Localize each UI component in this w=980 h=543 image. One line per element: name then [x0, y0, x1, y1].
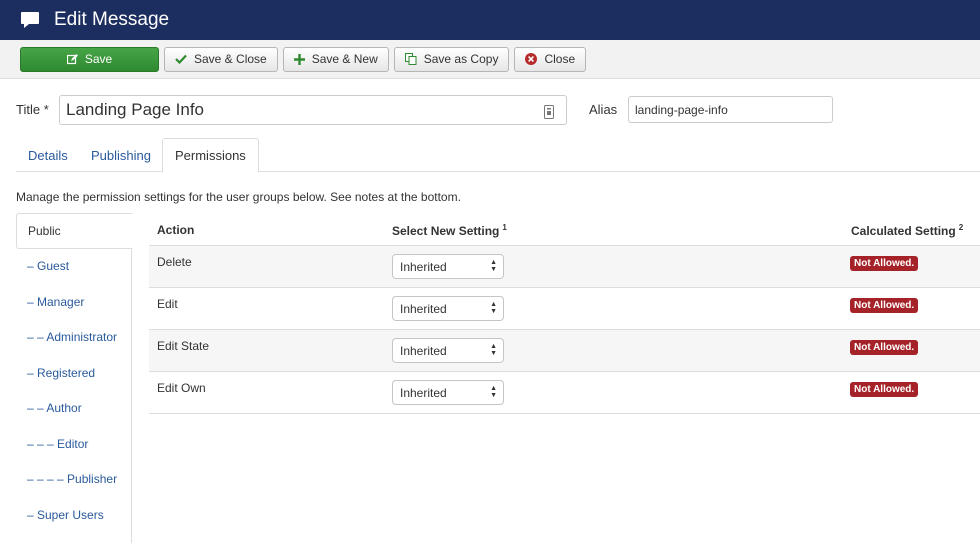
check-icon — [175, 54, 187, 64]
setting-value: Inherited — [400, 343, 447, 358]
table-row: Edit Inherited ▲ ▼ Not Allowed. — [149, 288, 980, 330]
page-title: Edit Message — [54, 9, 170, 30]
col-action: Action — [157, 223, 195, 237]
group-administrator[interactable]: – – Administrator — [16, 320, 131, 356]
tab-publishing[interactable]: Publishing — [79, 138, 163, 172]
action-name: Edit State — [157, 339, 210, 353]
save-button-label: Save — [84, 52, 113, 66]
setting-value: Inherited — [400, 301, 447, 316]
title-row: Title * Landing Page Info Alias landing-… — [16, 95, 980, 125]
status-badge: Not Allowed. — [850, 298, 919, 313]
tab-bar: Details Publishing Permissions — [16, 138, 980, 173]
table-row: Edit Own Inherited ▲ ▼ Not Allowed. — [149, 372, 980, 414]
col-select-setting: Select New Setting 1 — [392, 223, 507, 238]
close-button[interactable]: Close — [514, 46, 587, 72]
group-super-users[interactable]: – Super Users — [16, 497, 131, 533]
status-badge: Not Allowed. — [850, 256, 919, 271]
select-arrows-icon: ▲ ▼ — [490, 343, 497, 357]
plus-icon — [293, 53, 305, 65]
alias-label: Alias — [589, 102, 618, 117]
edit-icon — [66, 53, 78, 65]
alias-input[interactable]: landing-page-info — [628, 96, 833, 123]
setting-value: Inherited — [400, 259, 447, 274]
title-value: Landing Page Info — [66, 100, 205, 119]
status-badge: Not Allowed. — [850, 382, 919, 397]
message-icon — [20, 11, 40, 29]
group-editor[interactable]: – – – Editor — [16, 426, 131, 462]
group-guest[interactable]: – Guest — [16, 249, 131, 285]
save-new-button[interactable]: Save & New — [282, 46, 389, 72]
action-name: Edit Own — [157, 381, 206, 395]
group-public[interactable]: Public — [16, 213, 133, 249]
save-copy-label: Save as Copy — [423, 52, 499, 66]
tab-details[interactable]: Details — [16, 138, 80, 172]
save-close-label: Save & Close — [194, 52, 267, 66]
save-new-label: Save & New — [311, 52, 378, 66]
toolbar: Save Save & Close Save & New Save as Cop… — [0, 40, 980, 79]
group-manager[interactable]: – Manager — [16, 284, 131, 320]
table-row: Edit State Inherited ▲ ▼ Not Allowed. — [149, 330, 980, 372]
save-close-button[interactable]: Save & Close — [164, 46, 278, 72]
group-publisher[interactable]: – – – – Publisher — [16, 462, 131, 498]
setting-select[interactable]: Inherited ▲ ▼ — [392, 296, 504, 321]
action-name: Edit — [157, 297, 178, 311]
setting-value: Inherited — [400, 385, 447, 400]
title-label: Title * — [16, 102, 49, 117]
footnote-1: 1 — [502, 223, 507, 232]
permissions-table: Action Select New Setting 1 Calculated Se… — [149, 213, 980, 414]
user-groups-list: Public – Guest – Manager – – Administrat… — [16, 213, 133, 543]
group-author[interactable]: – – Author — [16, 391, 131, 427]
page-header: Edit Message — [0, 0, 980, 40]
permissions-intro: Manage the permission settings for the u… — [16, 190, 461, 204]
permissions-header: Action Select New Setting 1 Calculated Se… — [149, 213, 980, 246]
setting-select[interactable]: Inherited ▲ ▼ — [392, 380, 504, 405]
close-icon — [525, 53, 538, 65]
select-arrows-icon: ▲ ▼ — [490, 385, 497, 399]
title-input[interactable]: Landing Page Info — [59, 95, 567, 125]
table-row: Delete Inherited ▲ ▼ Not Allowed. — [149, 246, 980, 288]
save-button[interactable]: Save — [20, 46, 159, 72]
col-calculated-setting: Calculated Setting 2 — [851, 223, 964, 238]
alias-value: landing-page-info — [635, 102, 728, 117]
tag-icon — [544, 104, 554, 124]
footnote-2: 2 — [958, 223, 964, 232]
copy-icon — [404, 53, 417, 65]
group-registered[interactable]: – Registered — [16, 355, 131, 391]
save-copy-button[interactable]: Save as Copy — [393, 46, 510, 72]
select-arrows-icon: ▲ ▼ — [490, 301, 497, 315]
close-label: Close — [544, 52, 576, 66]
select-arrows-icon: ▲ ▼ — [490, 259, 497, 273]
setting-select[interactable]: Inherited ▲ ▼ — [392, 338, 504, 363]
tab-permissions[interactable]: Permissions — [162, 138, 259, 173]
status-badge: Not Allowed. — [850, 340, 919, 355]
setting-select[interactable]: Inherited ▲ ▼ — [392, 254, 504, 279]
action-name: Delete — [157, 255, 192, 269]
